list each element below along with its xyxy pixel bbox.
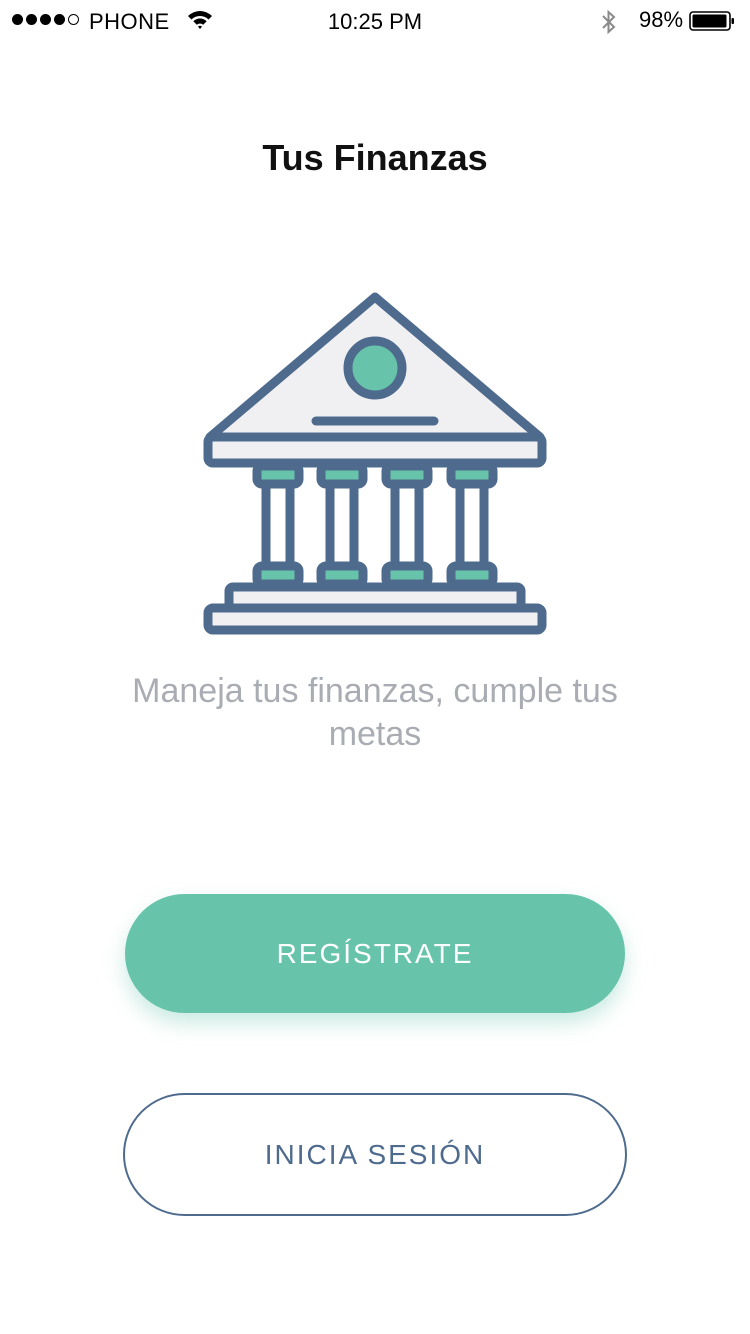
tagline: Maneja tus finanzas, cumple tus metas [132,672,618,753]
bank-icon [203,292,547,635]
status-bar: PHONE 10:25 PM 98% [0,0,750,40]
register-button[interactable]: REGÍSTRATE [125,894,625,1013]
bluetooth-icon [602,9,616,35]
page-title: Tus Finanzas [262,137,488,178]
battery-percent: 98% [639,7,684,32]
battery-icon [689,11,734,31]
login-button[interactable]: INICIA SESIÓN [123,1093,627,1216]
status-time: 10:25 PM [327,9,423,34]
